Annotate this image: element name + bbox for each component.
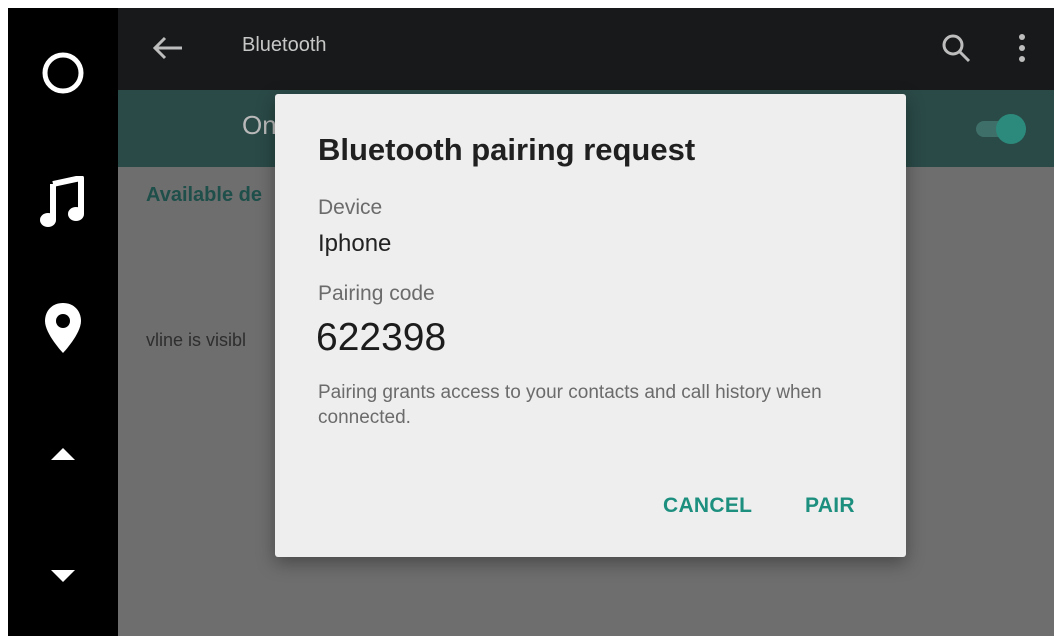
visibility-status-text: vline is visibl [146, 330, 247, 350]
music-icon [39, 175, 87, 234]
scroll-up-button[interactable] [8, 426, 118, 486]
location-pin-icon [43, 301, 83, 359]
bluetooth-toggle[interactable] [972, 112, 1028, 144]
pair-button[interactable]: PAIR [805, 488, 855, 524]
navigation-button[interactable] [8, 290, 118, 370]
scroll-down-button[interactable] [8, 548, 118, 608]
arrow-down-icon [49, 568, 77, 588]
app-toolbar: Bluetooth [118, 8, 1054, 90]
search-icon [941, 33, 971, 67]
more-options-button[interactable] [1004, 30, 1040, 70]
page-title: Bluetooth [242, 34, 327, 56]
device-name: Iphone [318, 230, 392, 257]
pairing-dialog: Bluetooth pairing request Device Iphone … [275, 94, 906, 557]
search-button[interactable] [938, 32, 974, 68]
arrow-up-icon [49, 446, 77, 466]
back-arrow-icon [152, 36, 184, 64]
home-icon [39, 49, 87, 101]
more-vert-icon [1018, 33, 1026, 67]
home-button[interactable] [8, 36, 118, 114]
left-nav-rail [8, 8, 118, 636]
dialog-title: Bluetooth pairing request [318, 132, 696, 167]
screen: Bluetooth On Available de vline is visib… [8, 8, 1054, 636]
cancel-button[interactable]: CANCEL [663, 488, 752, 524]
available-devices-header: Available de [146, 184, 262, 206]
device-label: Device [318, 196, 383, 219]
pairing-code: 622398 [316, 316, 447, 359]
pairing-note: Pairing grants access to your contacts a… [318, 382, 822, 428]
on-label: On [242, 110, 277, 140]
back-button[interactable] [148, 30, 188, 70]
music-button[interactable] [8, 166, 118, 244]
toggle-knob [996, 114, 1026, 144]
pairing-code-label: Pairing code [318, 282, 435, 305]
